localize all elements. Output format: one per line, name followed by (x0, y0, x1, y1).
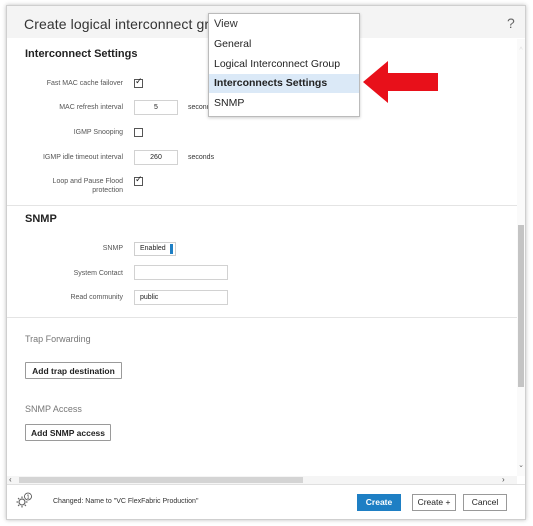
cancel-button[interactable]: Cancel (463, 494, 507, 511)
checkbox-checked-icon: ✓ (135, 76, 143, 86)
status-message: Changed: Name to "VC FlexFabric Producti… (53, 498, 199, 505)
create-button[interactable]: Create (357, 494, 401, 511)
menu-item-interconnects-settings[interactable]: Interconnects Settings (209, 74, 359, 93)
snmp-toggle-value: Enabled (140, 245, 166, 252)
horizontal-scrollbar[interactable]: ‹ › (7, 475, 517, 484)
scroll-up-icon[interactable]: ^ (517, 47, 525, 54)
system-contact-label: System Contact (73, 270, 123, 277)
menu-item-logical-interconnect-group[interactable]: Logical Interconnect Group (209, 55, 359, 74)
menu-item-snmp[interactable]: SNMP (209, 94, 359, 113)
trap-forwarding-title: Trap Forwarding (25, 334, 91, 344)
interconnect-settings-title: Interconnect Settings (25, 48, 138, 60)
notification-count: 1 (26, 495, 29, 501)
snmp-section-title: SNMP (25, 213, 57, 225)
horizontal-scroll-thumb[interactable] (19, 477, 303, 483)
fast-mac-label: Fast MAC cache failover (46, 80, 123, 87)
gear-icon[interactable]: 1 (15, 492, 33, 508)
igmp-idle-input[interactable]: 260 (134, 150, 178, 165)
igmp-idle-unit: seconds (188, 154, 215, 161)
add-snmp-access-button[interactable]: Add SNMP access (25, 424, 111, 441)
mac-refresh-label: MAC refresh interval (59, 104, 123, 111)
snmp-label: SNMP (102, 245, 123, 252)
read-community-input[interactable]: public (134, 290, 228, 305)
mac-refresh-input[interactable]: 5 (134, 100, 178, 115)
igmp-snooping-checkbox[interactable] (134, 128, 143, 137)
vertical-scrollbar[interactable]: ^ ⌄ (517, 39, 525, 476)
view-menu-header[interactable]: View (214, 18, 238, 30)
snmp-access-title: SNMP Access (25, 404, 82, 414)
loop-pause-checkbox[interactable]: ✓ (134, 174, 143, 186)
add-trap-destination-button[interactable]: Add trap destination (25, 362, 122, 379)
fast-mac-checkbox[interactable]: ✓ (134, 76, 143, 88)
scroll-left-icon[interactable]: ‹ (9, 475, 12, 484)
dialog-title: Create logical interconnect group (24, 16, 233, 32)
toggle-indicator (170, 244, 173, 254)
loop-pause-label-line2: protection (92, 187, 123, 194)
create-plus-button[interactable]: Create + (412, 494, 456, 511)
scroll-down-icon[interactable]: ⌄ (517, 461, 525, 469)
help-icon[interactable]: ? (507, 15, 515, 31)
red-arrow-icon (363, 61, 438, 103)
section-divider (7, 317, 517, 318)
system-contact-input[interactable] (134, 265, 228, 280)
snmp-toggle[interactable]: Enabled (134, 242, 176, 256)
section-divider (7, 205, 517, 206)
vertical-scroll-thumb[interactable] (518, 225, 524, 387)
igmp-idle-label: IGMP idle timeout interval (42, 154, 123, 161)
view-dropdown-menu[interactable]: View General Logical Interconnect Group … (208, 13, 360, 117)
checkbox-checked-icon: ✓ (135, 174, 143, 184)
igmp-snooping-label: IGMP Snooping (73, 129, 123, 136)
scroll-right-icon[interactable]: › (502, 475, 505, 484)
read-community-label: Read community (70, 294, 123, 301)
menu-item-general[interactable]: General (209, 35, 359, 54)
loop-pause-label-line1: Loop and Pause Flood (52, 178, 123, 185)
dialog-footer: 1 Changed: Name to "VC FlexFabric Produc… (7, 484, 525, 519)
